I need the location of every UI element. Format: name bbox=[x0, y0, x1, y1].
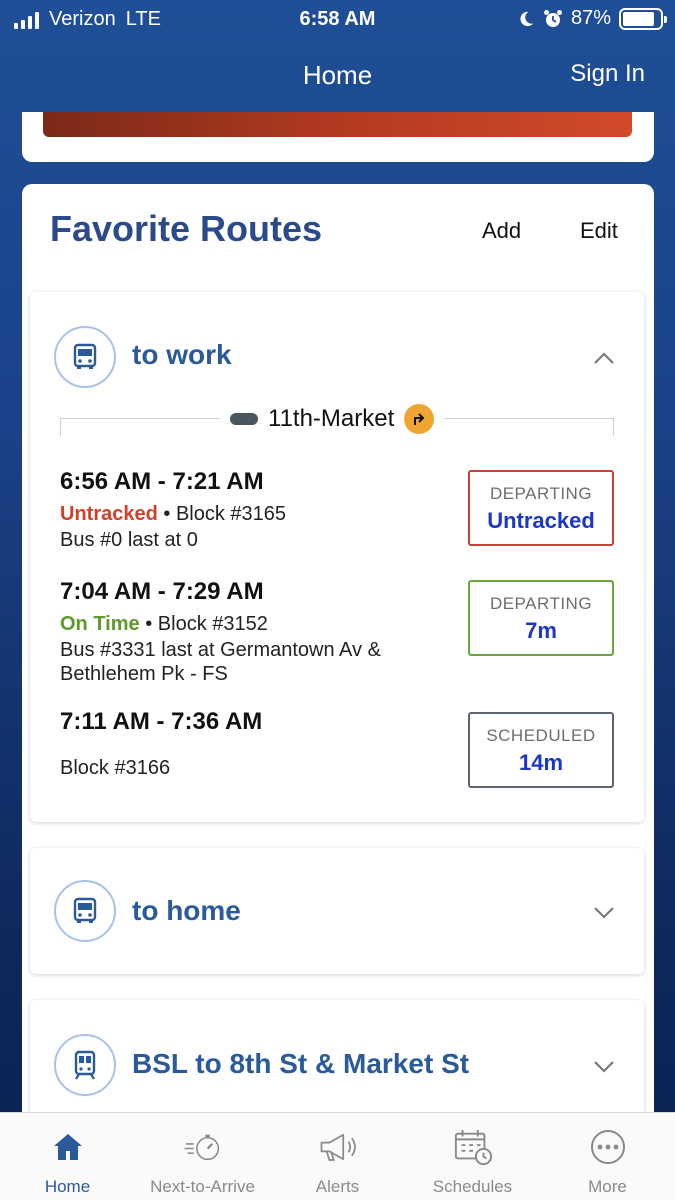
transfer-arrow-icon bbox=[404, 404, 435, 434]
chevron-down-icon[interactable] bbox=[592, 1054, 616, 1078]
calendar-icon bbox=[453, 1127, 493, 1167]
chevron-down-icon[interactable] bbox=[592, 900, 616, 924]
trip-row[interactable]: 6:56 AM - 7:21 AM Untracked • Block #316… bbox=[60, 468, 614, 551]
route-name: BSL to 8th St & Market St bbox=[132, 1048, 470, 1079]
tab-more[interactable]: More bbox=[540, 1113, 675, 1200]
add-route-button[interactable]: Add bbox=[482, 218, 521, 244]
favorite-routes-title: Favorite Routes bbox=[50, 208, 323, 249]
favorite-routes-card: Favorite Routes Add Edit to work 11th-Ma… bbox=[22, 184, 654, 1126]
trip-row[interactable]: 7:11 AM - 7:36 AM Block #3166 SCHEDULED … bbox=[60, 708, 614, 798]
moon-icon bbox=[520, 11, 534, 26]
departure-badge[interactable]: DEPARTING Untracked bbox=[468, 470, 614, 546]
route-name: to home bbox=[132, 895, 241, 926]
bullet-separator: • bbox=[163, 503, 176, 525]
tab-schedules[interactable]: Schedules bbox=[405, 1113, 540, 1200]
badge-label: DEPARTING bbox=[489, 594, 593, 613]
sign-in-button[interactable]: Sign In bbox=[570, 60, 645, 88]
tab-label: Alerts bbox=[315, 1177, 360, 1196]
battery-icon bbox=[619, 7, 667, 30]
route-name: to work bbox=[132, 339, 232, 370]
tab-next-to-arrive[interactable]: Next-to-Arrive bbox=[135, 1113, 270, 1200]
badge-value: Untracked bbox=[487, 508, 595, 533]
route-card-bsl[interactable]: BSL to 8th St & Market St bbox=[30, 1000, 644, 1126]
edit-routes-button[interactable]: Edit bbox=[580, 218, 618, 244]
train-icon bbox=[54, 1034, 116, 1096]
line-divider: 11th-Market bbox=[60, 402, 614, 438]
tab-alerts[interactable]: Alerts bbox=[270, 1113, 405, 1200]
badge-label: DEPARTING bbox=[489, 484, 593, 503]
tab-label: More bbox=[588, 1177, 627, 1196]
line-label: 11th-Market bbox=[220, 402, 445, 436]
badge-value: 7m bbox=[525, 618, 557, 643]
top-banner[interactable] bbox=[43, 112, 632, 137]
trip-row[interactable]: 7:04 AM - 7:29 AM On Time • Block #3152 … bbox=[60, 578, 614, 688]
tab-label: Schedules bbox=[432, 1177, 513, 1196]
tab-home[interactable]: Home bbox=[0, 1113, 135, 1200]
top-card bbox=[22, 112, 654, 162]
line-pill-icon bbox=[230, 413, 258, 425]
trip-block: Block #3152 bbox=[157, 613, 268, 635]
tab-bar: Home Next-to-Arrive Alerts Schedules Mor… bbox=[0, 1112, 675, 1200]
badge-label: SCHEDULED bbox=[486, 726, 596, 745]
bus-icon bbox=[54, 326, 116, 388]
route-card-to-work[interactable]: to work 11th-Market 6:56 AM - 7:21 AM Un… bbox=[30, 292, 644, 822]
home-icon bbox=[48, 1127, 88, 1167]
chevron-up-icon[interactable] bbox=[592, 346, 616, 370]
departure-badge[interactable]: DEPARTING 7m bbox=[468, 580, 614, 656]
battery-percent: 87% bbox=[570, 7, 611, 29]
bullet-separator: • bbox=[145, 613, 158, 635]
badge-value: 14m bbox=[518, 750, 564, 775]
tab-label: Next-to-Arrive bbox=[150, 1177, 255, 1196]
alarm-icon bbox=[543, 9, 562, 27]
stopwatch-icon bbox=[183, 1127, 223, 1167]
status-right: 87% bbox=[517, 7, 667, 30]
tab-label: Home bbox=[44, 1177, 91, 1196]
bus-icon bbox=[54, 880, 116, 942]
status-bar: Verizon LTE 6:58 AM 87% bbox=[0, 0, 675, 40]
trip-detail: Bus #3331 last at Germantown Av & Bethle… bbox=[60, 639, 381, 685]
trip-status: On Time bbox=[60, 613, 140, 635]
more-icon bbox=[588, 1127, 628, 1167]
line-name: 11th-Market bbox=[268, 405, 395, 432]
trip-status: Untracked bbox=[60, 503, 158, 525]
trip-block: Block #3165 bbox=[175, 503, 287, 525]
megaphone-icon bbox=[318, 1127, 358, 1167]
scheduled-badge[interactable]: SCHEDULED 14m bbox=[468, 712, 614, 788]
route-card-to-home[interactable]: to home bbox=[30, 848, 644, 974]
